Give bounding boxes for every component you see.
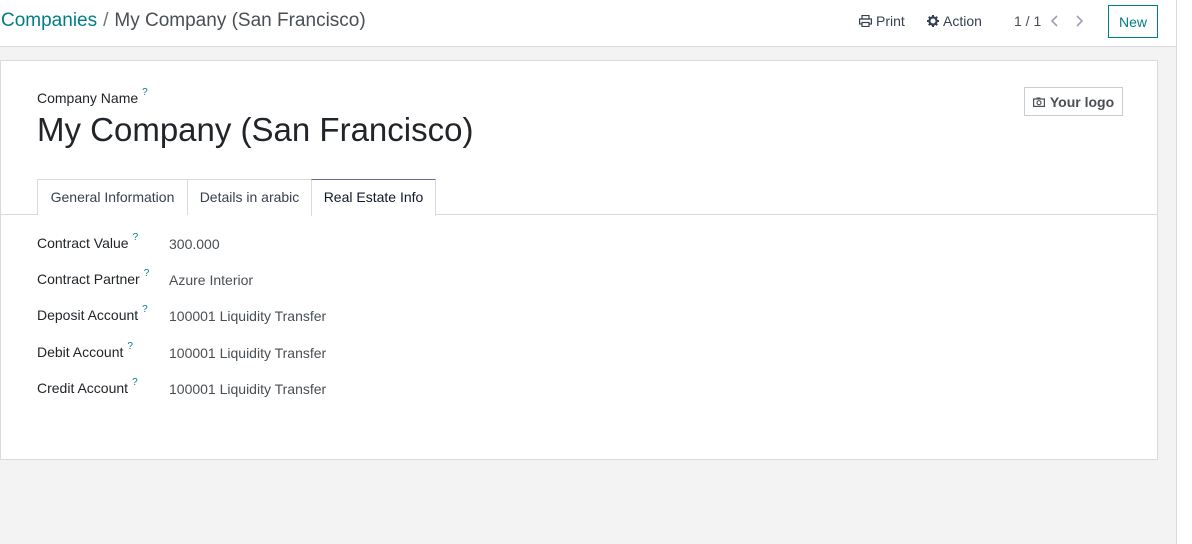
tab-real-estate-info[interactable]: Real Estate Info xyxy=(311,179,436,216)
deposit-account-label: Deposit Account? xyxy=(37,304,148,323)
tab-general-information[interactable]: General Information xyxy=(37,179,188,215)
chevron-right-icon[interactable] xyxy=(1072,12,1086,30)
help-tooltip-icon[interactable]: ? xyxy=(142,87,148,98)
help-tooltip-icon[interactable]: ? xyxy=(132,377,138,388)
debit-account-label-text: Debit Account xyxy=(37,344,124,360)
pager-value[interactable]: 1 / 1 xyxy=(1014,12,1041,30)
contract-partner-label-text: Contract Partner xyxy=(37,271,140,287)
contract-value-label-text: Contract Value xyxy=(37,235,129,251)
credit-account-label: Credit Account? xyxy=(37,377,138,396)
new-button[interactable]: New xyxy=(1108,5,1158,38)
breadcrumb-separator: / xyxy=(103,10,109,31)
breadcrumb-companies-link[interactable]: Companies xyxy=(1,10,97,31)
action-button[interactable]: Action xyxy=(927,12,982,30)
debit-account-row: Debit Account? 100001 Liquidity Transfer xyxy=(37,341,637,364)
printer-icon xyxy=(859,15,872,27)
print-button[interactable]: Print xyxy=(859,12,905,30)
chevron-left-icon[interactable] xyxy=(1048,12,1062,30)
credit-account-label-text: Credit Account xyxy=(37,380,129,396)
credit-account-row: Credit Account? 100001 Liquidity Transfe… xyxy=(37,377,637,400)
control-panel: Companies / My Company (San Francisco) Pri… xyxy=(0,0,1176,47)
contract-partner-field[interactable]: Azure Interior xyxy=(169,272,253,288)
deposit-account-label-text: Deposit Account xyxy=(37,307,139,323)
gear-icon xyxy=(927,15,939,27)
logo-upload-button[interactable]: Your logo xyxy=(1024,87,1123,116)
breadcrumb-current: My Company (San Francisco) xyxy=(114,10,366,31)
help-tooltip-icon[interactable]: ? xyxy=(133,232,139,243)
debit-account-field[interactable]: 100001 Liquidity Transfer xyxy=(169,345,326,361)
tab-details-in-arabic[interactable]: Details in arabic xyxy=(187,179,312,215)
deposit-account-row: Deposit Account? 100001 Liquidity Transf… xyxy=(37,304,637,327)
credit-account-field[interactable]: 100001 Liquidity Transfer xyxy=(169,381,326,397)
contract-value-label: Contract Value? xyxy=(37,232,139,251)
contract-value-field[interactable]: 300.000 xyxy=(169,236,220,252)
contract-partner-row: Contract Partner? Azure Interior xyxy=(37,268,637,291)
help-tooltip-icon[interactable]: ? xyxy=(144,268,150,279)
scrollbar[interactable] xyxy=(1176,0,1192,544)
help-tooltip-icon[interactable]: ? xyxy=(142,304,148,315)
contract-partner-label: Contract Partner? xyxy=(37,268,150,287)
company-name-label: Company Name? xyxy=(37,87,148,106)
company-name-label-text: Company Name xyxy=(37,90,139,106)
form-sheet: Company Name? My Company (San Francisco)… xyxy=(0,60,1158,460)
logo-label: Your logo xyxy=(1049,93,1115,110)
form-tabs: General Information Details in arabic Re… xyxy=(1,179,1157,216)
deposit-account-field[interactable]: 100001 Liquidity Transfer xyxy=(169,308,326,324)
action-label: Action xyxy=(943,13,982,29)
breadcrumb: Companies / My Company (San Francisco) xyxy=(1,9,366,33)
print-label: Print xyxy=(876,13,905,29)
camera-icon xyxy=(1032,97,1045,107)
contract-value-row: Contract Value? 300.000 xyxy=(37,232,637,255)
company-name-field[interactable]: My Company (San Francisco) xyxy=(37,109,473,151)
help-tooltip-icon[interactable]: ? xyxy=(127,341,133,352)
debit-account-label: Debit Account? xyxy=(37,341,133,360)
